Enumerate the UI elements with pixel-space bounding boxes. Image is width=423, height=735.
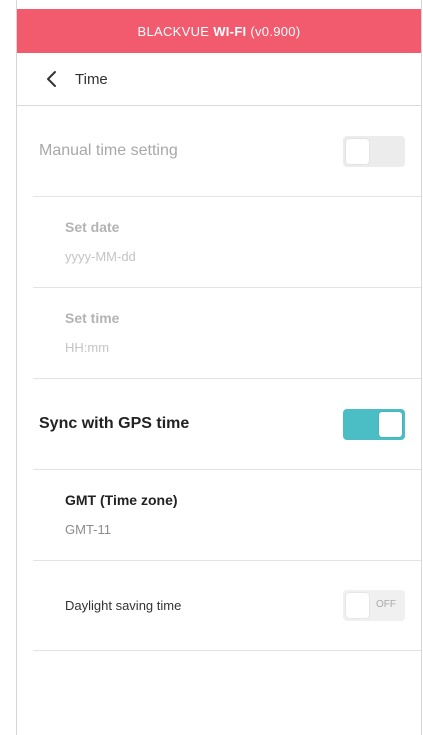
manual-time-row: Manual time setting — [33, 106, 421, 197]
set-time-value: HH:mm — [65, 340, 110, 355]
back-button[interactable] — [41, 68, 63, 90]
gps-sync-toggle[interactable] — [343, 408, 405, 440]
nav-bar: Time — [17, 53, 421, 106]
set-time-row[interactable]: Set time HH:mm — [33, 288, 421, 379]
toggle-knob — [346, 138, 369, 164]
set-date-value: yyyy-MM-dd — [65, 249, 136, 264]
settings-list: Manual time setting Set date yyyy-MM-dd … — [17, 106, 421, 651]
set-date-row[interactable]: Set date yyyy-MM-dd — [33, 197, 421, 288]
gps-sync-label: Sync with GPS time — [39, 415, 190, 432]
chevron-left-icon — [47, 71, 56, 87]
manual-time-label: Manual time setting — [39, 142, 178, 159]
page: BLACKVUE WI-FI (v0.900) Time Manual time… — [0, 0, 423, 735]
toggle-knob — [346, 593, 369, 618]
app-title: BLACKVUE WI-FI (v0.900) — [138, 24, 301, 39]
daylight-saving-row: Daylight saving time OFF — [33, 561, 421, 651]
timezone-value: GMT-11 — [65, 522, 111, 537]
toggle-state-text: OFF — [376, 599, 396, 610]
gps-sync-row: Sync with GPS time — [33, 379, 421, 470]
manual-time-toggle[interactable] — [343, 135, 405, 167]
app-title-bold: WI-FI — [213, 23, 247, 39]
timezone-row[interactable]: GMT (Time zone) GMT-11 — [33, 470, 421, 561]
toggle-knob — [379, 411, 402, 437]
daylight-saving-label: Daylight saving time — [65, 598, 182, 613]
app-bar: BLACKVUE WI-FI (v0.900) — [17, 9, 421, 53]
app-title-prefix: BLACKVUE — [137, 23, 214, 39]
app-title-suffix: (v0.900) — [246, 23, 301, 39]
app-frame: BLACKVUE WI-FI (v0.900) Time Manual time… — [16, 0, 422, 735]
page-title: Time — [75, 70, 108, 88]
set-date-label: Set date — [65, 219, 120, 235]
timezone-label: GMT (Time zone) — [65, 492, 178, 508]
daylight-saving-toggle[interactable]: OFF — [343, 590, 405, 621]
set-time-label: Set time — [65, 310, 120, 326]
